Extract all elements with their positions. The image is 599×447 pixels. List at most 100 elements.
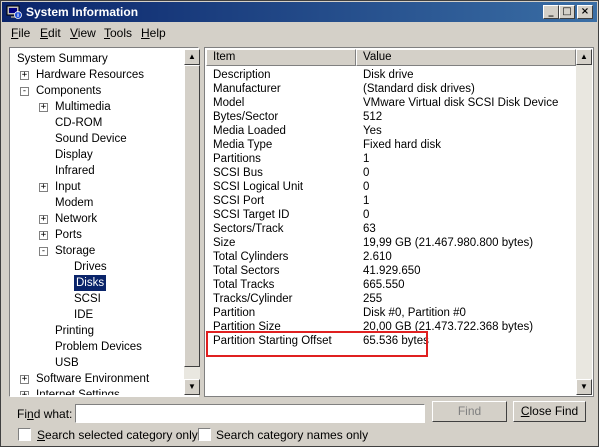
expand-plus-icon[interactable]: +	[20, 375, 29, 384]
column-header-value[interactable]: Value	[356, 49, 576, 66]
menu-label-rest: dit	[48, 26, 61, 40]
menu-file[interactable]: File	[11, 26, 30, 40]
tree-item-scsi[interactable]: SCSI	[11, 291, 185, 307]
tree-item-storage[interactable]: - Storage	[11, 243, 185, 259]
scroll-up-arrow-icon[interactable]: ▲	[184, 49, 200, 65]
tree-item-internet-settings[interactable]: + Internet Settings	[11, 387, 185, 395]
list-scroll-up-arrow-icon[interactable]: ▲	[576, 49, 592, 65]
tree-item-label: Internet Settings	[36, 389, 120, 395]
tree-item-modem[interactable]: Modem	[11, 195, 185, 211]
table-row[interactable]: Partitions 1	[206, 152, 576, 166]
tree-item-label: Printing	[55, 325, 94, 337]
tree-vertical-scrollbar[interactable]: ▲ ▼	[184, 49, 200, 395]
table-row[interactable]: Manufacturer (Standard disk drives)	[206, 82, 576, 96]
close-find-button[interactable]: Close Find	[513, 401, 586, 422]
table-row[interactable]: Tracks/Cylinder 255	[206, 292, 576, 306]
menu-edit[interactable]: Edit	[40, 26, 61, 40]
category-tree-items: System Summary + Hardware Resources - Compon…	[11, 49, 185, 395]
expand-plus-icon[interactable]: +	[39, 231, 48, 240]
row-value: 665.550	[363, 279, 405, 291]
row-value: 63	[363, 223, 376, 235]
row-value: Fixed hard disk	[363, 139, 441, 151]
expand-plus-icon[interactable]: +	[39, 183, 48, 192]
search-category-names-checkbox[interactable]	[198, 428, 211, 441]
row-item: Sectors/Track	[213, 223, 284, 235]
row-item: Partition	[213, 307, 256, 319]
tree-item-label: CD-ROM	[55, 117, 103, 129]
expand-plus-icon[interactable]: +	[20, 71, 29, 80]
row-item: Total Sectors	[213, 265, 280, 277]
menu-help[interactable]: Help	[141, 26, 166, 40]
partition-offset-highlight	[206, 331, 428, 357]
table-row[interactable]: Description Disk drive	[206, 68, 576, 82]
search-selected-category-checkbox[interactable]	[18, 428, 31, 441]
menu-label-rest: ools	[110, 26, 133, 40]
table-row[interactable]: Bytes/Sector 512	[206, 110, 576, 124]
tree-item-label: Storage	[55, 245, 96, 257]
tree-item-hardware-resources[interactable]: + Hardware Resources	[11, 67, 185, 83]
tree-item-disks[interactable]: Disks	[11, 274, 185, 292]
window-title: System Information	[26, 5, 139, 19]
table-row[interactable]: SCSI Bus 0	[206, 166, 576, 180]
find-input[interactable]	[75, 404, 425, 423]
minimize-button[interactable]: _	[543, 5, 559, 19]
scroll-down-arrow-icon[interactable]: ▼	[184, 379, 200, 395]
list-header: Item Value	[206, 49, 576, 66]
table-row[interactable]: Total Cylinders 2.610	[206, 250, 576, 264]
table-row[interactable]: SCSI Port 1	[206, 194, 576, 208]
row-item: Bytes/Sector	[213, 111, 279, 123]
expand-plus-icon[interactable]: +	[20, 391, 29, 395]
expand-plus-icon[interactable]: +	[39, 215, 48, 224]
tree-item-ide[interactable]: IDE	[11, 307, 185, 323]
tree-item-multimedia[interactable]: + Multimedia	[11, 99, 185, 115]
table-row[interactable]: SCSI Logical Unit 0	[206, 180, 576, 194]
table-row[interactable]: SCSI Target ID 0	[206, 208, 576, 222]
table-row[interactable]: Total Sectors 41.929.650	[206, 264, 576, 278]
table-row[interactable]: Sectors/Track 63	[206, 222, 576, 236]
table-row[interactable]: Partition Disk #0, Partition #0	[206, 306, 576, 320]
table-row[interactable]: Total Tracks 665.550	[206, 278, 576, 292]
tree-item-label: Drives	[74, 261, 107, 273]
tree-item-components[interactable]: - Components	[11, 83, 185, 99]
collapse-minus-icon[interactable]: -	[39, 247, 48, 256]
tree-item-problem-devices[interactable]: Problem Devices	[11, 339, 185, 355]
tree-item-label: System Summary	[17, 53, 108, 65]
tree-item-infrared[interactable]: Infrared	[11, 163, 185, 179]
row-item: Total Tracks	[213, 279, 275, 291]
tree-item-printing[interactable]: Printing	[11, 323, 185, 339]
tree-item-system-summary[interactable]: System Summary	[11, 51, 185, 67]
find-label: Find what:	[17, 407, 73, 421]
menu-tools[interactable]: Tools	[104, 26, 132, 40]
tree-item-software-environment[interactable]: + Software Environment	[11, 371, 185, 387]
collapse-minus-icon[interactable]: -	[20, 87, 29, 96]
table-row[interactable]: Media Type Fixed hard disk	[206, 138, 576, 152]
expand-plus-icon[interactable]: +	[39, 103, 48, 112]
close-button[interactable]: ×	[577, 5, 593, 19]
scroll-thumb[interactable]	[184, 65, 200, 367]
maximize-button[interactable]: □	[559, 5, 575, 19]
row-value: 512	[363, 111, 383, 123]
table-row[interactable]: Model VMware Virtual disk SCSI Disk Devic…	[206, 96, 576, 110]
tree-item-display[interactable]: Display	[11, 147, 185, 163]
search-category-names-label: Search category names only	[216, 428, 369, 442]
tree-item-label: Infrared	[55, 165, 95, 177]
tree-item-usb[interactable]: USB	[11, 355, 185, 371]
list-vertical-scrollbar[interactable]: ▲ ▼	[576, 49, 592, 395]
tree-item-cd-rom[interactable]: CD-ROM	[11, 115, 185, 131]
list-scroll-down-arrow-icon[interactable]: ▼	[576, 379, 592, 395]
tree-item-sound-device[interactable]: Sound Device	[11, 131, 185, 147]
row-value: Yes	[363, 125, 382, 137]
menu-view[interactable]: View	[70, 26, 96, 40]
row-item: Total Cylinders	[213, 251, 289, 263]
column-header-item[interactable]: Item	[206, 49, 356, 66]
tree-item-ports[interactable]: + Ports	[11, 227, 185, 243]
table-row[interactable]: Media Loaded Yes	[206, 124, 576, 138]
tree-item-drives[interactable]: Drives	[11, 259, 185, 275]
tree-item-input[interactable]: + Input	[11, 179, 185, 195]
table-row[interactable]: Size 19,99 GB (21.467.980.800 bytes)	[206, 236, 576, 250]
title-bar[interactable]: System Information _ □ ×	[2, 2, 597, 22]
row-value: 0	[363, 181, 370, 193]
tree-item-network[interactable]: + Network	[11, 211, 185, 227]
row-item: Media Type	[213, 139, 273, 151]
find-button[interactable]: Find	[432, 401, 507, 422]
